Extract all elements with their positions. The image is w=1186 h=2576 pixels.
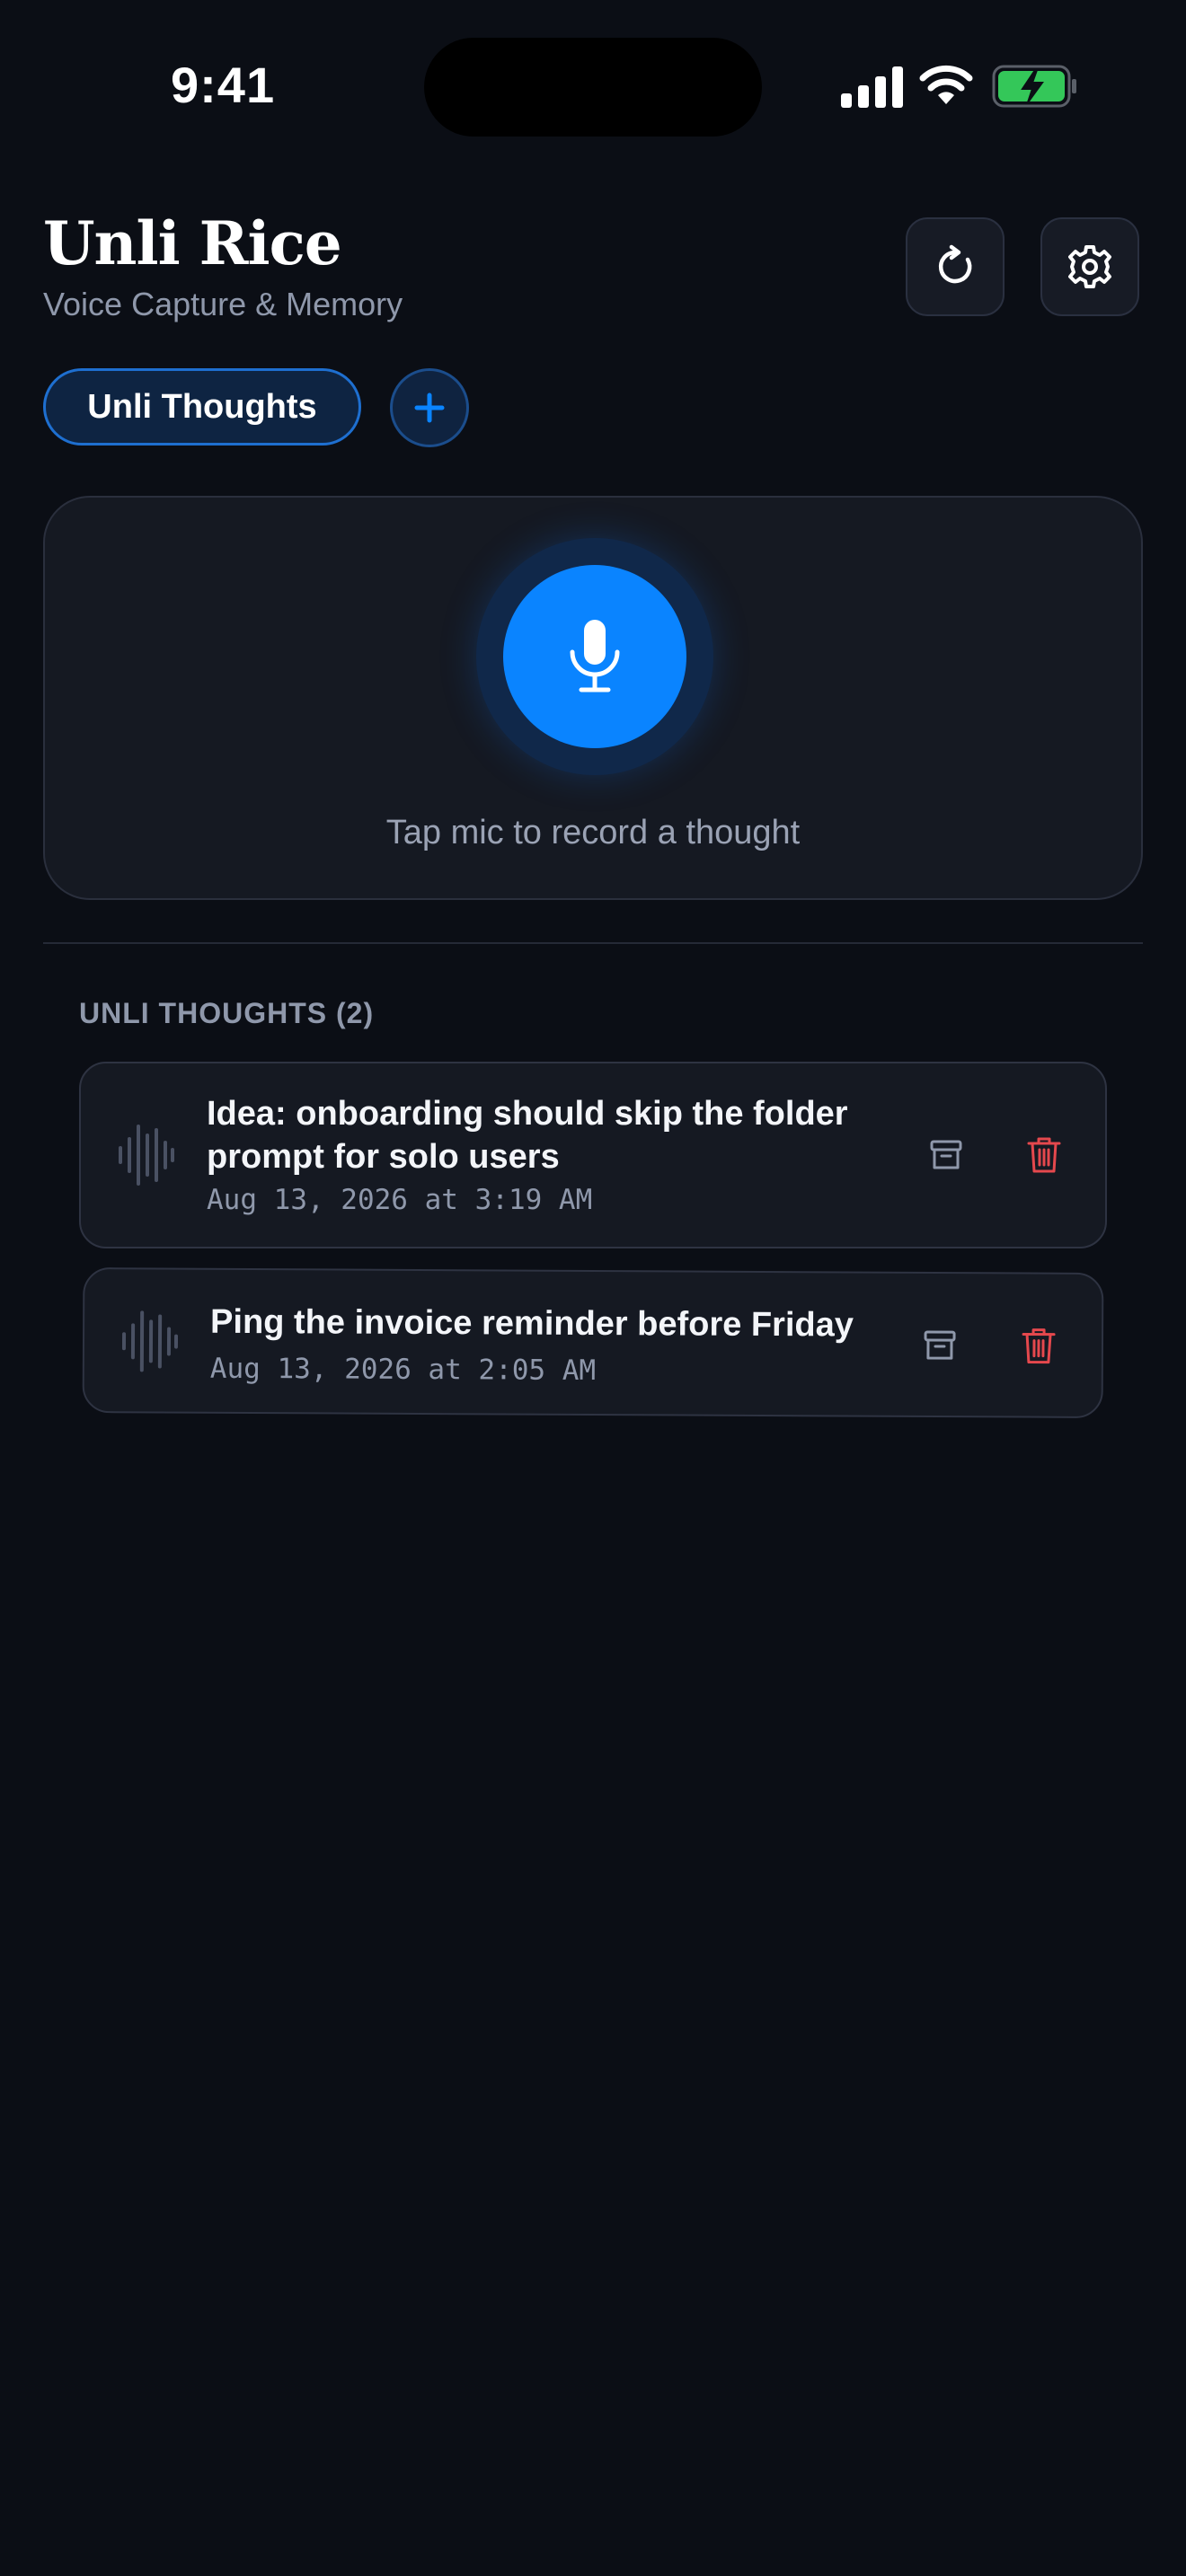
list-item[interactable]: Idea: onboarding should skip the folder …	[79, 1062, 1107, 1248]
microphone-icon	[570, 620, 620, 693]
list-item[interactable]: Ping the invoice reminder before Friday …	[82, 1267, 1104, 1418]
archive-button[interactable]	[915, 1320, 965, 1371]
item-title: Idea: onboarding should skip the folder …	[207, 1095, 848, 1176]
app-subtitle: Voice Capture & Memory	[43, 286, 403, 322]
folder-chip-label: Unli Thoughts	[87, 387, 317, 426]
archive-icon	[930, 1140, 962, 1169]
record-hint: Tap mic to record a thought	[385, 814, 801, 851]
status-bar: 9:41	[0, 0, 1186, 171]
wifi-icon	[919, 65, 973, 104]
refresh-icon	[938, 244, 972, 284]
archive-icon	[924, 1330, 956, 1360]
app-title: Unli Rice	[43, 208, 342, 278]
section-title: UNLI THOUGHTS (2)	[79, 997, 375, 1029]
folder-chip-unli-thoughts[interactable]: Unli Thoughts	[43, 368, 361, 446]
status-time: 9:41	[171, 57, 276, 113]
dynamic-island	[424, 38, 762, 137]
delete-button[interactable]	[1019, 1130, 1069, 1180]
divider	[43, 942, 1143, 944]
item-date: Aug 13, 2026 at 2:05 AM	[209, 1352, 597, 1388]
waveform-icon	[121, 1310, 179, 1372]
waveform-icon	[119, 1125, 174, 1186]
delete-button[interactable]	[1013, 1320, 1064, 1371]
gear-icon	[1068, 245, 1111, 288]
refresh-button[interactable]	[906, 217, 1005, 316]
battery-charging-icon	[992, 65, 1076, 108]
cellular-signal-icon	[841, 66, 903, 108]
add-folder-button[interactable]	[390, 368, 469, 447]
settings-button[interactable]	[1040, 217, 1139, 316]
record-card: Tap mic to record a thought	[43, 496, 1143, 900]
plus-icon	[414, 393, 445, 423]
trash-icon	[1022, 1328, 1056, 1364]
item-date: Aug 13, 2026 at 3:19 AM	[207, 1184, 593, 1216]
record-button[interactable]	[503, 565, 686, 748]
trash-icon	[1027, 1137, 1061, 1173]
archive-button[interactable]	[921, 1130, 971, 1180]
item-title: Ping the invoice reminder before Friday	[210, 1302, 854, 1345]
